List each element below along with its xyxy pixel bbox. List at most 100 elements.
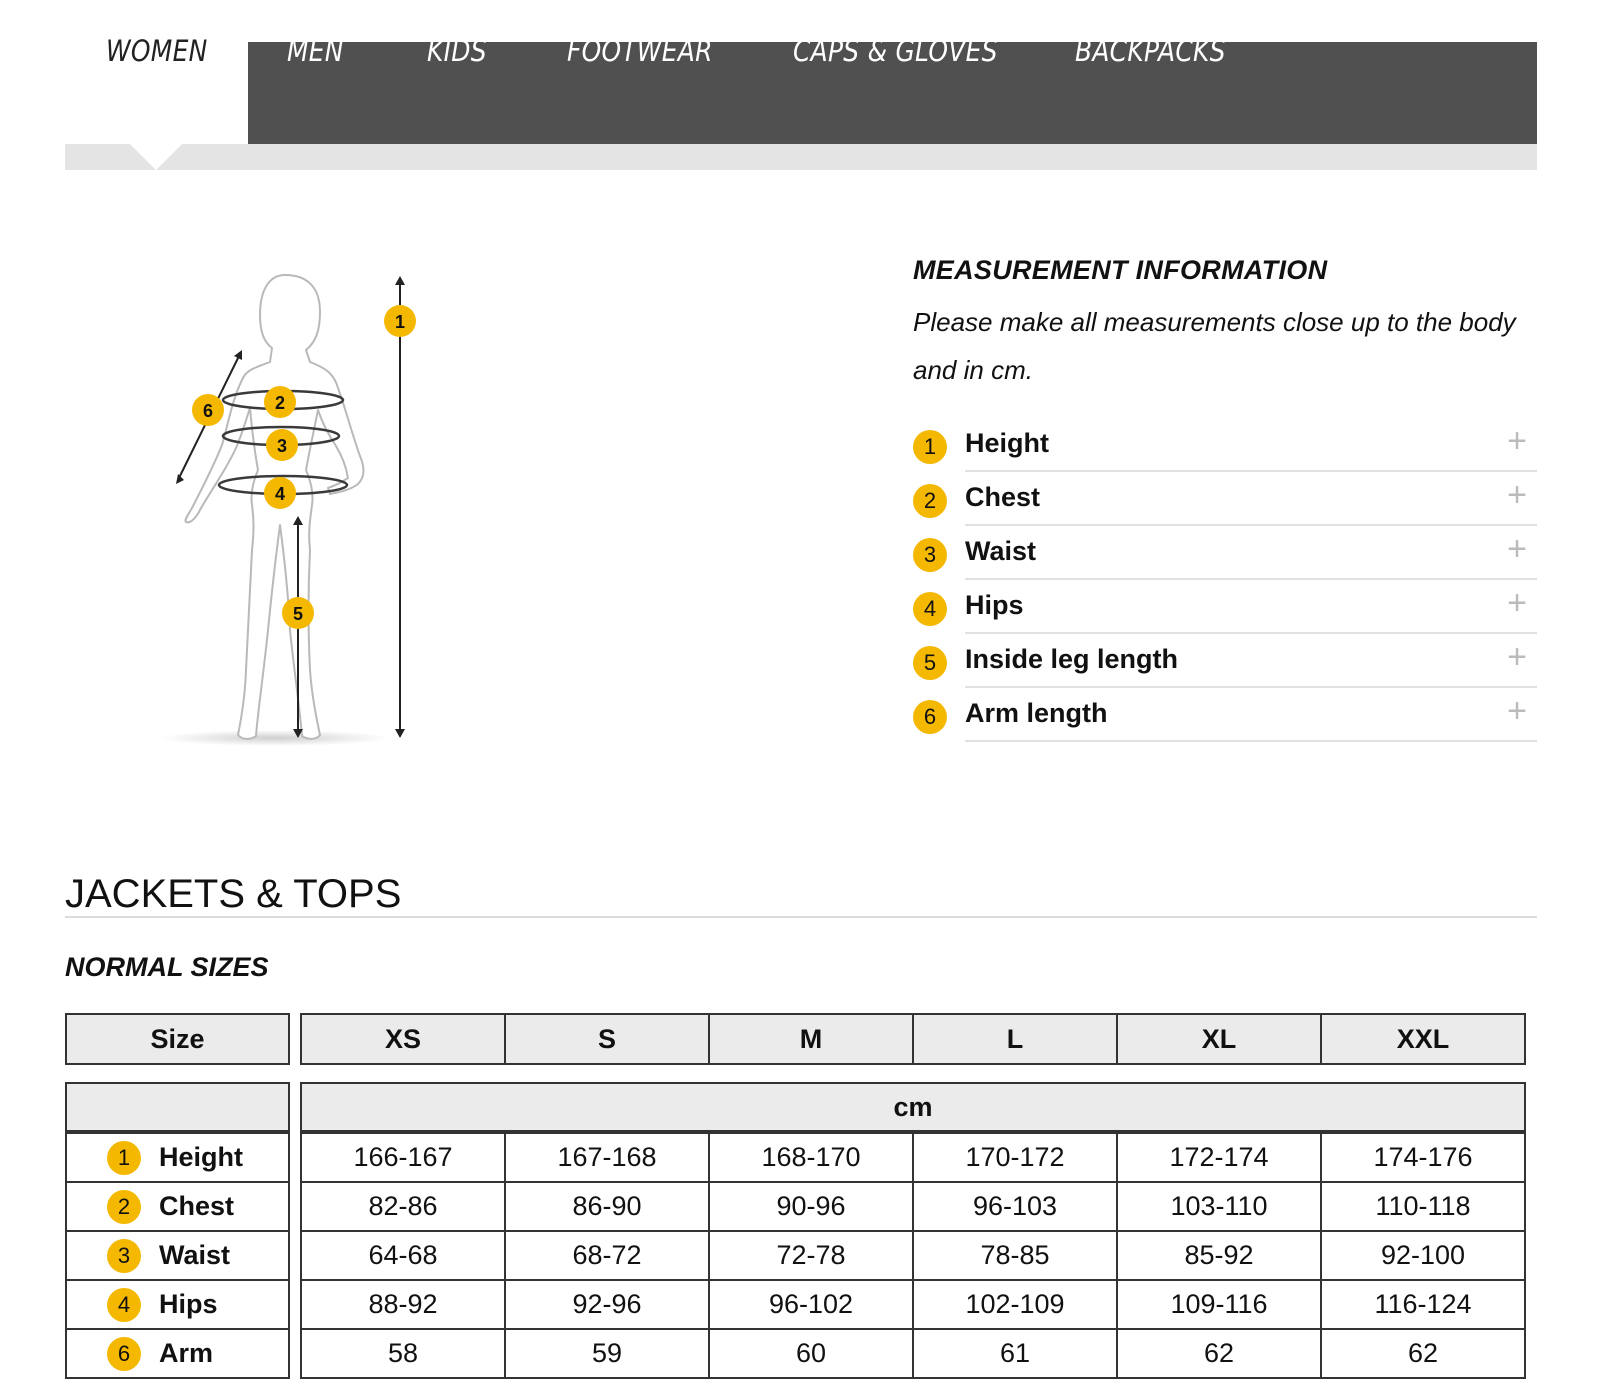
row-label: Chest — [159, 1191, 235, 1221]
figure-badge-6: 6 — [192, 394, 224, 426]
measurement-item-arm-length[interactable]: 6 Arm length + — [913, 688, 1537, 742]
row-label: Height — [159, 1142, 243, 1172]
table-value-cell: 172-174 — [1116, 1132, 1322, 1183]
row-badge-number: 4 — [107, 1287, 141, 1322]
expand-plus-icon[interactable]: + — [1507, 638, 1527, 677]
table-value-cell: 64-68 — [300, 1230, 506, 1281]
expand-plus-icon[interactable]: + — [1507, 530, 1527, 569]
measurement-item-waist[interactable]: 3 Waist + — [913, 526, 1537, 580]
tab-men[interactable]: MEN — [287, 0, 344, 102]
expand-plus-icon[interactable]: + — [1507, 476, 1527, 515]
row-badge-number: 1 — [107, 1140, 141, 1175]
measurement-info-title: MEASUREMENT INFORMATION — [913, 255, 1328, 285]
size-column-xxl: XXL — [1320, 1013, 1526, 1065]
unit-label-spacer — [65, 1082, 290, 1132]
table-value-cell: 174-176 — [1320, 1132, 1526, 1183]
table-value-cell: 61 — [912, 1328, 1118, 1379]
section-divider — [65, 916, 1537, 918]
table-value-cell: 82-86 — [300, 1181, 506, 1232]
expand-plus-icon[interactable]: + — [1507, 584, 1527, 623]
row-divider — [965, 740, 1537, 742]
tab-footwear[interactable]: FOOTWEAR — [567, 0, 713, 102]
measurement-item-label: Inside leg length — [965, 644, 1179, 674]
table-value-cell: 168-170 — [708, 1132, 914, 1183]
table-value-cell: 85-92 — [1116, 1230, 1322, 1281]
measurement-item-chest[interactable]: 2 Chest + — [913, 472, 1537, 526]
body-measurement-figure: 1 2 3 4 5 6 — [160, 274, 416, 746]
measurement-item-label: Hips — [965, 590, 1024, 620]
badge-number: 3 — [913, 538, 947, 572]
row-badge-number: 6 — [107, 1336, 141, 1371]
size-column-s: S — [504, 1013, 710, 1065]
badge-number: 5 — [913, 646, 947, 680]
measurement-item-inside-leg[interactable]: 5 Inside leg length + — [913, 634, 1537, 688]
expand-plus-icon[interactable]: + — [1507, 422, 1527, 461]
table-value-cell: 62 — [1116, 1328, 1322, 1379]
figure-badge-3: 3 — [266, 429, 298, 461]
row-label-cell: 2 Chest — [65, 1181, 290, 1232]
active-tab-indicator — [130, 144, 182, 170]
table-value-cell: 58 — [300, 1328, 506, 1379]
row-label-cell: 3 Waist — [65, 1230, 290, 1281]
table-value-cell: 88-92 — [300, 1279, 506, 1330]
size-column-xl: XL — [1116, 1013, 1322, 1065]
svg-text:6: 6 — [203, 401, 213, 421]
table-value-cell: 109-116 — [1116, 1279, 1322, 1330]
table-value-cell: 78-85 — [912, 1230, 1118, 1281]
measurement-info-description: Please make all measurements close up to… — [913, 307, 1516, 385]
figure-badge-1: 1 — [384, 305, 416, 337]
table-value-cell: 90-96 — [708, 1181, 914, 1232]
size-column-m: M — [708, 1013, 914, 1065]
measurement-item-label: Chest — [965, 482, 1041, 512]
measurement-item-label: Arm length — [965, 698, 1108, 728]
badge-number: 4 — [913, 592, 947, 626]
measurement-item-label: Height — [965, 428, 1049, 458]
section-title: JACKETS & TOPS — [65, 872, 402, 916]
row-label: Arm — [159, 1338, 214, 1368]
table-value-cell: 92-96 — [504, 1279, 710, 1330]
size-column-l: L — [912, 1013, 1118, 1065]
badge-number: 1 — [913, 430, 947, 464]
table-value-cell: 166-167 — [300, 1132, 506, 1183]
svg-text:4: 4 — [275, 484, 285, 504]
measurement-item-label: Waist — [965, 536, 1037, 566]
size-header-cell: Size — [65, 1013, 290, 1065]
table-value-cell: 116-124 — [1320, 1279, 1526, 1330]
table-value-cell: 103-110 — [1116, 1181, 1322, 1232]
svg-text:1: 1 — [395, 312, 405, 332]
row-label: Waist — [159, 1240, 231, 1270]
table-value-cell: 96-103 — [912, 1181, 1118, 1232]
table-value-cell: 86-90 — [504, 1181, 710, 1232]
figure-badge-5: 5 — [282, 597, 314, 629]
measurement-item-height[interactable]: 1 Height + — [913, 418, 1537, 472]
row-label-cell: 1 Height — [65, 1132, 290, 1183]
svg-text:3: 3 — [277, 436, 287, 456]
tab-women[interactable]: WOMEN — [106, 0, 208, 102]
tab-kids[interactable]: KIDS — [427, 0, 487, 102]
size-column-xs: XS — [300, 1013, 506, 1065]
badge-number: 2 — [913, 484, 947, 518]
figure-badge-4: 4 — [264, 477, 296, 509]
row-label-cell: 4 Hips — [65, 1279, 290, 1330]
tab-underline-strip — [65, 144, 1537, 170]
table-value-cell: 96-102 — [708, 1279, 914, 1330]
section-subtitle: NORMAL SIZES — [65, 952, 269, 982]
table-value-cell: 59 — [504, 1328, 710, 1379]
table-value-cell: 110-118 — [1320, 1181, 1526, 1232]
svg-text:5: 5 — [293, 604, 303, 624]
badge-number: 6 — [913, 700, 947, 734]
table-value-cell: 60 — [708, 1328, 914, 1379]
unit-cell: cm — [300, 1082, 1526, 1132]
figure-badge-2: 2 — [264, 386, 296, 418]
measurement-item-hips[interactable]: 4 Hips + — [913, 580, 1537, 634]
tab-backpacks[interactable]: BACKPACKS — [1075, 0, 1226, 102]
row-label-cell: 6 Arm — [65, 1328, 290, 1379]
expand-plus-icon[interactable]: + — [1507, 692, 1527, 731]
table-value-cell: 72-78 — [708, 1230, 914, 1281]
row-badge-number: 3 — [107, 1238, 141, 1273]
row-badge-number: 2 — [107, 1189, 141, 1224]
table-value-cell: 170-172 — [912, 1132, 1118, 1183]
table-value-cell: 68-72 — [504, 1230, 710, 1281]
table-value-cell: 102-109 — [912, 1279, 1118, 1330]
tab-caps-gloves[interactable]: CAPS & GLOVES — [793, 0, 998, 102]
